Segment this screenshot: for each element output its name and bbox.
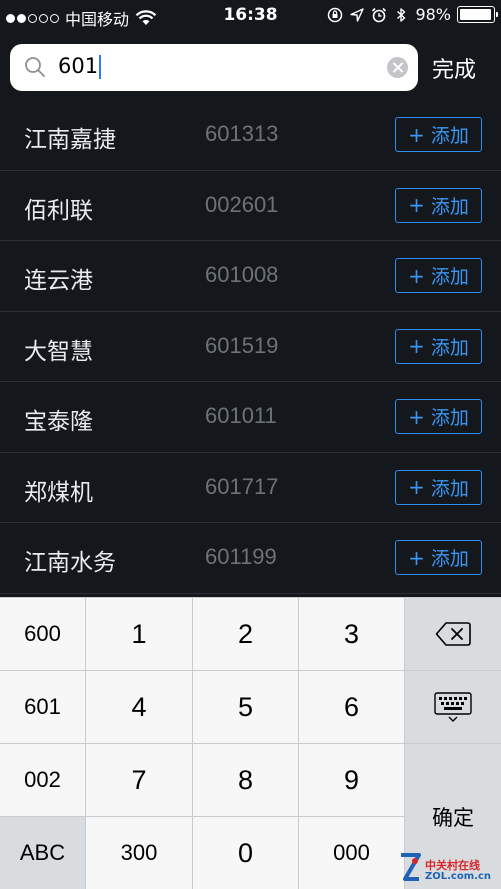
location-icon xyxy=(350,7,365,22)
stock-name: 大智慧 xyxy=(24,338,93,365)
add-button[interactable]: + 添加 xyxy=(395,187,482,223)
key-2[interactable]: 2 xyxy=(193,598,298,670)
key-600[interactable]: 600 xyxy=(0,598,85,670)
search-result-list: 江南嘉捷 601313 + 添加 佰利联 002601 + 添加 连云港 60100… xyxy=(0,100,501,594)
search-input[interactable]: 601 xyxy=(58,54,102,79)
stock-name: 宝泰隆 xyxy=(24,409,93,435)
hide-keyboard-button[interactable] xyxy=(405,671,501,743)
key-002[interactable]: 002 xyxy=(0,744,85,816)
plus-icon: + xyxy=(408,193,425,217)
numeric-keyboard: 600 601 002 ABC 1 2 3 4 5 6 7 8 9 300 0 … xyxy=(0,597,501,889)
orientation-lock-icon xyxy=(328,7,343,22)
stock-code: 601717 xyxy=(205,473,279,499)
list-item[interactable]: 连云港 601008 + 添加 xyxy=(0,241,501,312)
add-button[interactable]: + 添加 xyxy=(395,540,482,575)
key-5[interactable]: 5 xyxy=(193,671,298,743)
key-000[interactable]: 000 xyxy=(299,817,404,889)
list-item[interactable]: 江南水务 601199 + 添加 xyxy=(0,523,501,594)
key-7[interactable]: 7 xyxy=(86,744,192,816)
key-300[interactable]: 300 xyxy=(86,817,192,889)
zol-logo xyxy=(401,853,421,881)
plus-icon: + xyxy=(408,334,425,358)
add-button[interactable]: + 添加 xyxy=(395,117,482,152)
key-1[interactable]: 1 xyxy=(86,598,192,670)
plus-icon: + xyxy=(408,404,425,429)
add-button[interactable]: + 添加 xyxy=(395,469,482,505)
add-button[interactable]: + 添加 xyxy=(395,258,482,293)
plus-icon: + xyxy=(408,122,425,147)
list-item[interactable]: 郑煤机 601717 + 添加 xyxy=(0,453,501,523)
clear-icon[interactable] xyxy=(387,57,408,78)
stock-code: 601008 xyxy=(205,262,279,287)
search-icon xyxy=(25,57,45,77)
list-item[interactable]: 佰利联 002601 + 添加 xyxy=(0,171,501,241)
key-abc[interactable]: ABC xyxy=(0,817,85,889)
search-bar: 601 完成 xyxy=(0,32,501,99)
stock-code: 601519 xyxy=(205,332,279,358)
keyboard-icon xyxy=(434,692,472,722)
add-button[interactable]: + 添加 xyxy=(395,328,482,364)
plus-icon: + xyxy=(408,475,425,499)
key-3[interactable]: 3 xyxy=(299,598,404,670)
list-item[interactable]: 大智慧 601519 + 添加 xyxy=(0,312,501,382)
stock-name: 江南水务 xyxy=(24,550,116,576)
key-6[interactable]: 6 xyxy=(299,671,404,743)
stock-code: 601313 xyxy=(205,121,279,146)
stock-name: 佰利联 xyxy=(24,197,93,224)
key-8[interactable]: 8 xyxy=(193,744,298,816)
zol-watermark: 中关村在线 ZOL.com.cn xyxy=(399,851,499,887)
add-button[interactable]: + 添加 xyxy=(395,399,482,434)
bluetooth-icon xyxy=(397,7,406,22)
key-9[interactable]: 9 xyxy=(299,744,404,816)
backspace-button[interactable] xyxy=(405,598,501,670)
stock-code: 601011 xyxy=(205,403,277,428)
stock-name: 江南嘉捷 xyxy=(24,127,116,153)
watermark-text-bottom: ZOL.com.cn xyxy=(425,871,491,882)
stock-code: 002601 xyxy=(205,191,279,217)
search-field[interactable]: 601 xyxy=(10,44,418,91)
plus-icon: + xyxy=(408,545,425,570)
battery-percent: 98% xyxy=(415,5,451,24)
backspace-icon xyxy=(435,622,471,646)
stock-name: 郑煤机 xyxy=(24,479,93,506)
alarm-icon xyxy=(372,7,387,22)
key-4[interactable]: 4 xyxy=(86,671,192,743)
done-button[interactable]: 完成 xyxy=(432,52,476,84)
list-item[interactable]: 宝泰隆 601011 + 添加 xyxy=(0,382,501,453)
key-601[interactable]: 601 xyxy=(0,671,85,743)
status-bar: 中国移动 16:38 98% xyxy=(0,0,501,32)
key-0[interactable]: 0 xyxy=(193,817,298,889)
plus-icon: + xyxy=(408,263,425,288)
stock-code: 601199 xyxy=(205,544,277,569)
stock-name: 连云港 xyxy=(24,268,93,294)
list-item[interactable]: 江南嘉捷 601313 + 添加 xyxy=(0,100,501,171)
text-cursor xyxy=(99,55,102,79)
battery-icon xyxy=(457,6,498,23)
